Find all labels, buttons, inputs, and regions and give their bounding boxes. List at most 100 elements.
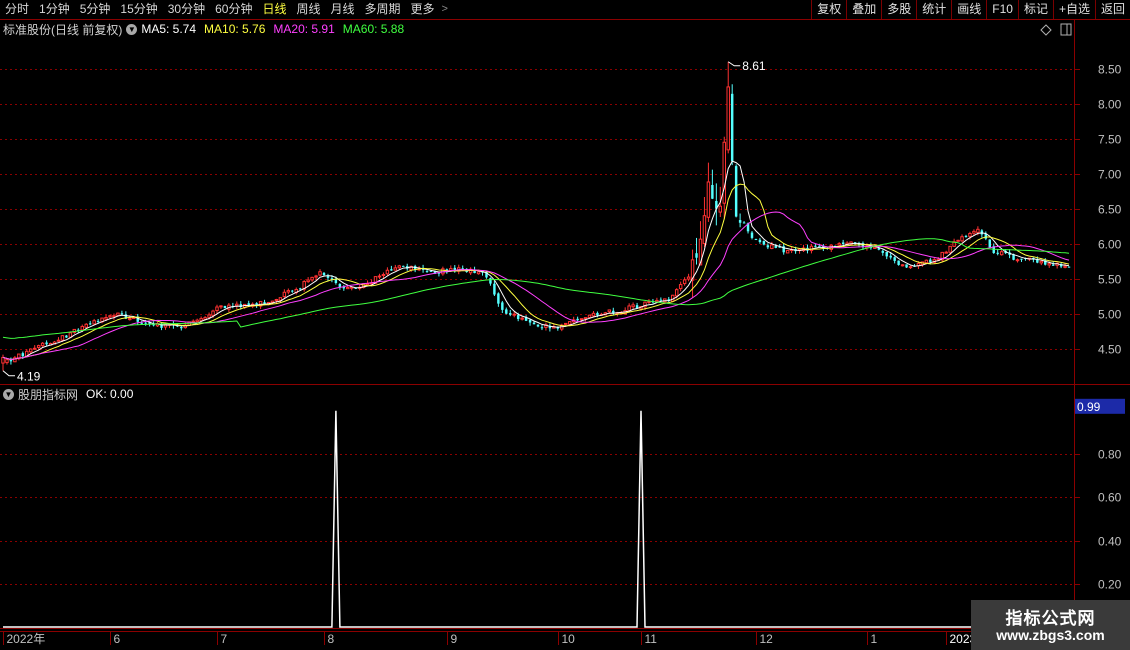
candle-body (40, 342, 45, 347)
candle-body (425, 271, 429, 273)
candle-body (512, 313, 516, 316)
candle-body (393, 267, 398, 271)
price-tick-label: 6.00 (1098, 238, 1122, 252)
candle-body (711, 184, 714, 199)
candle-body (968, 233, 972, 237)
candle-body (758, 239, 762, 243)
candle-body (291, 290, 294, 292)
price-tick-label: 8.00 (1098, 98, 1122, 112)
candle-body (207, 314, 211, 318)
candle-body (505, 309, 508, 314)
candle-body (908, 266, 913, 269)
price-tick-label: 7.50 (1098, 133, 1122, 147)
candle-body (132, 317, 136, 320)
watermark-url: www.zbgs3.com (996, 627, 1105, 643)
candle-body (112, 315, 116, 318)
candle-body (116, 312, 120, 316)
candle-body (627, 305, 631, 312)
candle-body (493, 283, 496, 295)
candle-body (948, 245, 952, 253)
candle-body (32, 347, 37, 350)
candle-body (140, 322, 143, 324)
candle-body (390, 269, 393, 271)
candle-body (60, 335, 65, 341)
panel-icon (1060, 23, 1072, 36)
candle-body (1063, 265, 1067, 268)
candle-body (346, 287, 350, 290)
candle-body (199, 318, 203, 322)
candle-body (45, 342, 48, 345)
candle-body (873, 246, 877, 249)
low-marker (2, 370, 15, 377)
candle-body (1051, 264, 1055, 266)
candle-body (21, 353, 25, 357)
candle-body (509, 313, 512, 315)
candle-body (659, 299, 663, 301)
candle-body (885, 251, 888, 257)
candle-body (924, 259, 929, 264)
candle-body (84, 323, 88, 328)
candle-body (996, 252, 999, 254)
candle-body (596, 312, 599, 316)
candle-body (647, 300, 651, 303)
price-tick-label: 6.50 (1098, 203, 1122, 217)
candle-body (215, 306, 219, 312)
candle-body (88, 323, 92, 325)
time-tick-label: 6 (114, 632, 121, 646)
indicator-legend: ▼ 股朋指标网 OK: 0.00 (3, 386, 133, 402)
candle-body (726, 86, 730, 151)
candle-body (306, 279, 310, 283)
candle-body (278, 297, 283, 301)
candle-body (326, 276, 330, 278)
candle-body (540, 327, 544, 329)
candle-body (730, 93, 734, 162)
candle-body (956, 239, 960, 242)
candle-body (718, 205, 723, 213)
indicator-tick-label: 0.60 (1098, 491, 1122, 505)
candle-body (900, 264, 905, 267)
high-marker (727, 61, 741, 67)
candle-body (397, 265, 402, 269)
chart-canvas[interactable]: 4.50 5.00 5.50 6.00 6.50 7.00 7.50 8.00 8.50 0.20… (0, 0, 1130, 650)
candle-body (235, 303, 239, 307)
candle-body (322, 272, 326, 276)
candle-body (532, 322, 536, 325)
candle-body (814, 245, 817, 247)
candle-body (128, 318, 132, 321)
indicator-title: 股朋指标网 (18, 387, 79, 402)
time-tick-label: 10 (562, 632, 576, 646)
candle-body (334, 279, 338, 283)
candle-body (80, 325, 84, 331)
candle-body (579, 318, 584, 321)
current-value-label: 0.99 (1077, 400, 1101, 414)
candle-body (211, 310, 215, 316)
time-tick-label: 2022年 (7, 632, 46, 646)
candle-body (282, 291, 287, 298)
price-tick-label: 4.50 (1098, 343, 1122, 357)
price-tick-label: 5.50 (1098, 273, 1122, 287)
candle-body (682, 279, 687, 285)
candle-body (564, 322, 568, 325)
diamond-icon (1040, 24, 1052, 36)
candle-body (631, 304, 635, 308)
candle-body (762, 241, 766, 245)
watermark-title: 指标公式网 (1005, 609, 1096, 628)
candle-body (1015, 259, 1020, 262)
candle-body (520, 317, 524, 320)
candle-body (587, 314, 592, 318)
ma10-line (2, 183, 1070, 361)
time-tick-label: 11 (645, 632, 658, 646)
candle-body (929, 259, 932, 263)
price-tick-label: 8.50 (1098, 63, 1122, 77)
candle-body (29, 348, 33, 353)
indicator-tick-label: 0.20 (1098, 578, 1122, 592)
ma60-line (2, 238, 1070, 339)
candle-body (1036, 259, 1039, 263)
time-tick-label: 9 (451, 632, 458, 646)
candle-body (750, 232, 754, 238)
candle-body (702, 215, 707, 245)
chevron-down-icon[interactable]: ▼ (3, 388, 14, 400)
candle-body (501, 302, 504, 310)
candle-body (576, 318, 579, 321)
candle-body (999, 251, 1004, 256)
